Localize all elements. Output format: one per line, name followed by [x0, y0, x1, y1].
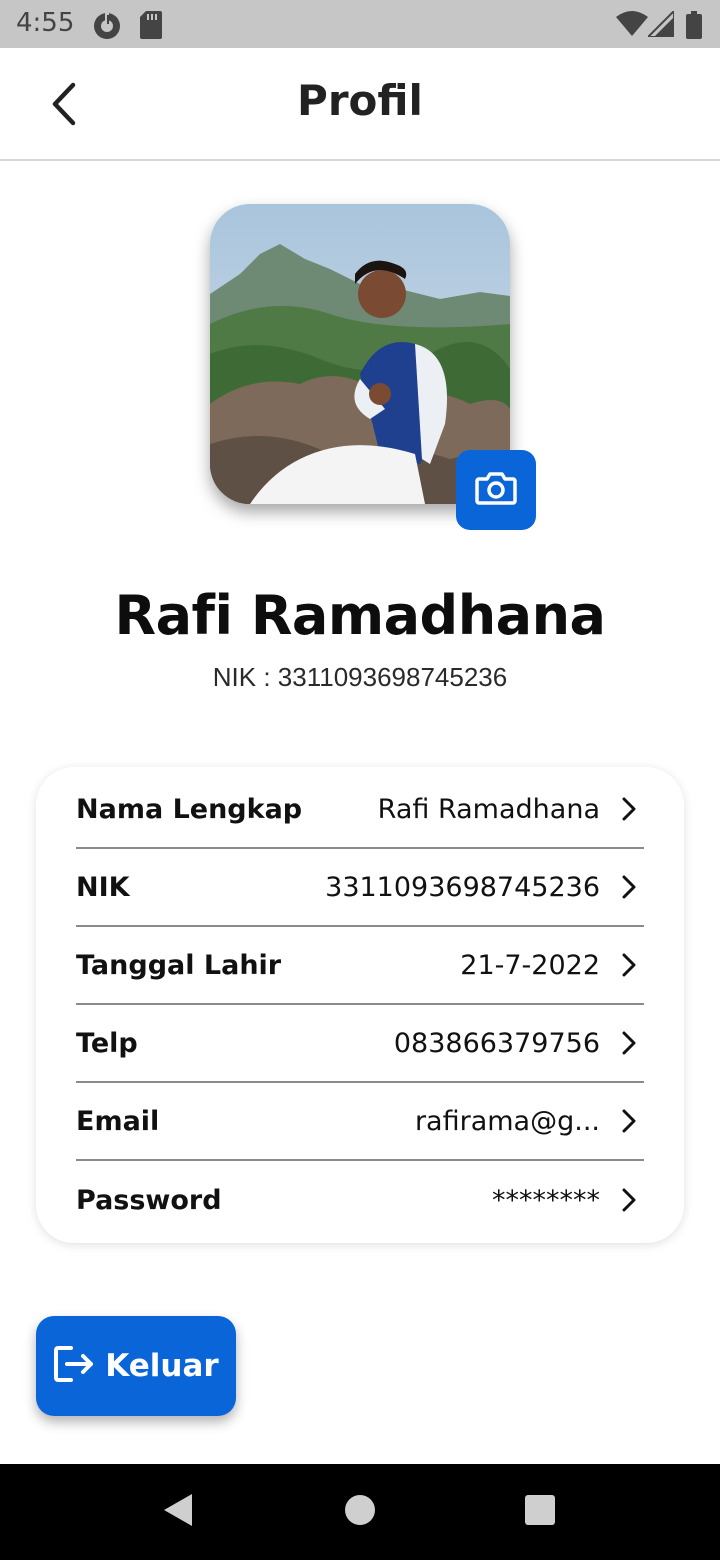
detail-label: Email	[76, 1105, 160, 1137]
logout-label: Keluar	[105, 1348, 219, 1384]
detail-value: ********	[492, 1184, 600, 1216]
detail-value: Rafi Ramadhana	[377, 793, 600, 825]
detail-label: Password	[76, 1184, 222, 1216]
detail-label: Telp	[76, 1027, 138, 1059]
detail-label: Nama Lengkap	[76, 793, 303, 825]
page-title: Profil	[297, 76, 423, 125]
sd-card-icon	[140, 11, 162, 44]
profile-name: Rafi Ramadhana	[114, 584, 606, 647]
detail-label: NIK	[76, 871, 130, 903]
logout-button[interactable]: Keluar	[36, 1316, 236, 1416]
detail-row-phone[interactable]: Telp 083866379756	[76, 1005, 644, 1083]
battery-icon	[686, 11, 702, 44]
profile-details-card: Nama Lengkap Rafi Ramadhana NIK 33110936…	[36, 767, 684, 1243]
chevron-right-icon	[614, 874, 644, 900]
detail-value: 083866379756	[393, 1027, 600, 1059]
recents-square-icon[interactable]	[524, 1492, 556, 1533]
wifi-icon	[616, 11, 648, 42]
avatar-container	[210, 204, 536, 530]
detail-value: rafirama@g...	[414, 1105, 600, 1137]
change-photo-button[interactable]	[456, 450, 536, 530]
detail-row-full-name[interactable]: Nama Lengkap Rafi Ramadhana	[76, 771, 644, 849]
camera-icon	[475, 470, 517, 511]
home-circle-icon[interactable]	[344, 1492, 376, 1533]
system-nav-bar	[0, 1464, 720, 1560]
detail-label: Tanggal Lahir	[76, 949, 282, 981]
chevron-right-icon	[614, 952, 644, 978]
chevron-right-icon	[614, 1187, 644, 1213]
profile-nik: NIK : 3311093698745236	[212, 662, 508, 692]
logout-icon	[53, 1344, 95, 1389]
detail-value: 3311093698745236	[325, 871, 600, 903]
data-saver-icon	[92, 11, 122, 46]
app-bar: Profil	[0, 48, 720, 161]
detail-row-password[interactable]: Password ********	[76, 1161, 644, 1239]
signal-icon	[645, 8, 675, 42]
back-triangle-icon[interactable]	[162, 1492, 194, 1533]
chevron-right-icon	[614, 1108, 644, 1134]
chevron-right-icon	[614, 796, 644, 822]
detail-row-birth-date[interactable]: Tanggal Lahir 21-7-2022	[76, 927, 644, 1005]
status-bar: 4:55	[0, 0, 720, 48]
detail-row-email[interactable]: Email rafirama@g...	[76, 1083, 644, 1161]
detail-row-nik[interactable]: NIK 3311093698745236	[76, 849, 644, 927]
chevron-right-icon	[614, 1030, 644, 1056]
status-time: 4:55	[16, 8, 75, 38]
detail-value: 21-7-2022	[460, 949, 600, 981]
